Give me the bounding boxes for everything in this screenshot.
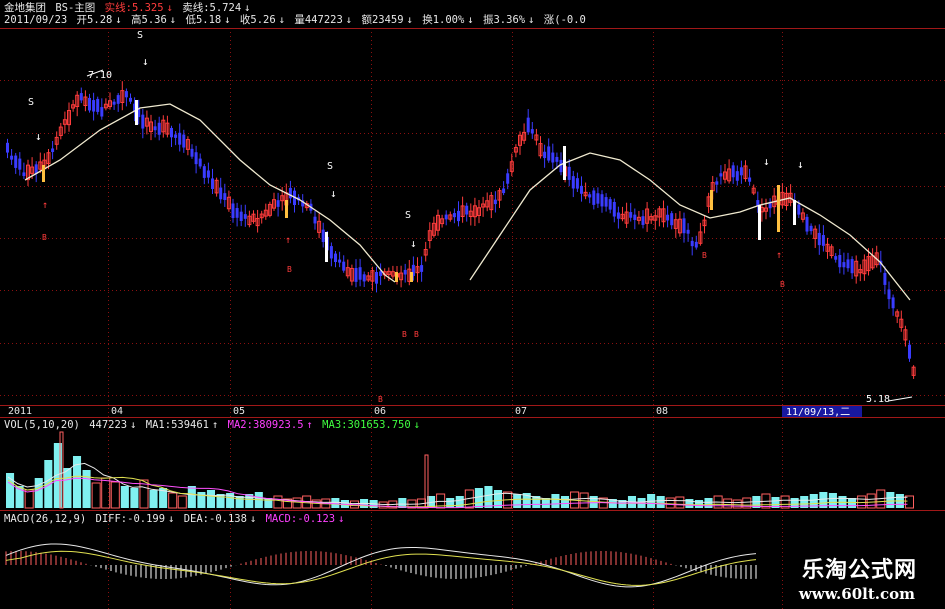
volume-ma1: MA1:539461	[145, 419, 209, 431]
cursor-date-label: 11/09/13,二	[786, 407, 850, 418]
stock-chart-window: 金地集团 BS-主图 实线:5.325 ↓ 卖线:5.724 ↓ 2011/09/2…	[0, 0, 945, 609]
time-label: 08	[656, 406, 668, 417]
low-price-marker: 5.18	[866, 394, 913, 405]
macd-histogram	[5, 551, 757, 579]
svg-text:B: B	[414, 330, 419, 339]
volume-ma3: MA3:301653.750	[322, 419, 411, 431]
time-axis: 2011 04 05 06 07 08 11/09/13,二	[0, 405, 945, 418]
svg-text:↓: ↓	[142, 55, 149, 68]
down-arrow-icon: ↓	[249, 513, 257, 525]
watermark-url: www.60lt.com	[798, 585, 915, 603]
volume-value: 447223	[89, 419, 128, 431]
svg-text:S: S	[327, 161, 333, 172]
low-price-label: 5.18	[866, 394, 890, 405]
svg-text:S: S	[405, 210, 411, 221]
volume-ma2: MA2:380923.5	[227, 419, 304, 431]
svg-text:B: B	[402, 330, 407, 339]
down-arrow-icon: ↓	[338, 513, 345, 525]
high-price-label: 7.10	[88, 70, 112, 81]
svg-text:↑: ↑	[776, 250, 782, 261]
svg-text:B: B	[287, 265, 292, 274]
price-pane[interactable]: SSSS↓↓↓↓↓ ↓BBB BBBB↑↑↑ 7.10 5.18	[6, 30, 916, 405]
macd-diff-value: DIFF:-0.199	[95, 513, 166, 525]
time-label: 05	[233, 406, 245, 417]
svg-text:↑: ↑	[42, 200, 48, 211]
time-label: 06	[374, 406, 386, 417]
svg-text:B: B	[42, 233, 47, 242]
svg-text:B: B	[378, 395, 383, 404]
macd-dea-value: DEA:-0.138	[183, 513, 247, 525]
high-price-marker: 7.10	[86, 69, 112, 81]
signal-markers: SSSS↓↓↓↓↓ ↓BBB BBBB↑↑↑	[28, 30, 804, 404]
down-arrow-icon: ↓	[168, 513, 175, 525]
svg-text:↓: ↓	[410, 237, 417, 250]
volume-bars	[6, 431, 915, 509]
down-arrow-icon: ↓	[130, 419, 137, 431]
volume-title: VOL(5,10,20)	[4, 419, 80, 431]
up-arrow-icon: ↑	[306, 419, 313, 431]
macd-header: MACD(26,12,9) DIFF:-0.199 ↓ DEA:-0.138 ↓ M…	[4, 513, 347, 525]
volume-header: VOL(5,10,20) 447223 ↓ MA1:539461 ↑ MA2:380…	[4, 419, 423, 431]
macd-pane[interactable]	[5, 543, 757, 588]
macd-title: MACD(26,12,9)	[4, 513, 87, 525]
time-label: 2011	[8, 406, 32, 417]
time-label: 04	[111, 406, 123, 417]
svg-text:↑: ↑	[285, 235, 291, 246]
watermark-text: 乐淘公式网	[801, 558, 917, 583]
macd-diff-line	[5, 543, 757, 588]
up-arrow-icon: ↑	[212, 419, 219, 431]
svg-text:S: S	[28, 97, 34, 108]
svg-text:↓: ↓	[35, 130, 42, 143]
svg-text:B: B	[780, 280, 785, 289]
time-label: 07	[515, 406, 527, 417]
macd-value: MACD:-0.123	[265, 513, 336, 525]
svg-text:↓: ↓	[763, 155, 770, 168]
volume-pane[interactable]	[0, 431, 945, 511]
svg-text:↓: ↓	[330, 187, 337, 200]
svg-text:S: S	[137, 30, 143, 41]
svg-text:B: B	[702, 251, 707, 260]
down-arrow-icon: ↓	[413, 419, 421, 431]
watermark: 乐淘公式网 www.60lt.com	[757, 552, 917, 607]
svg-text:↓: ↓	[797, 158, 804, 171]
